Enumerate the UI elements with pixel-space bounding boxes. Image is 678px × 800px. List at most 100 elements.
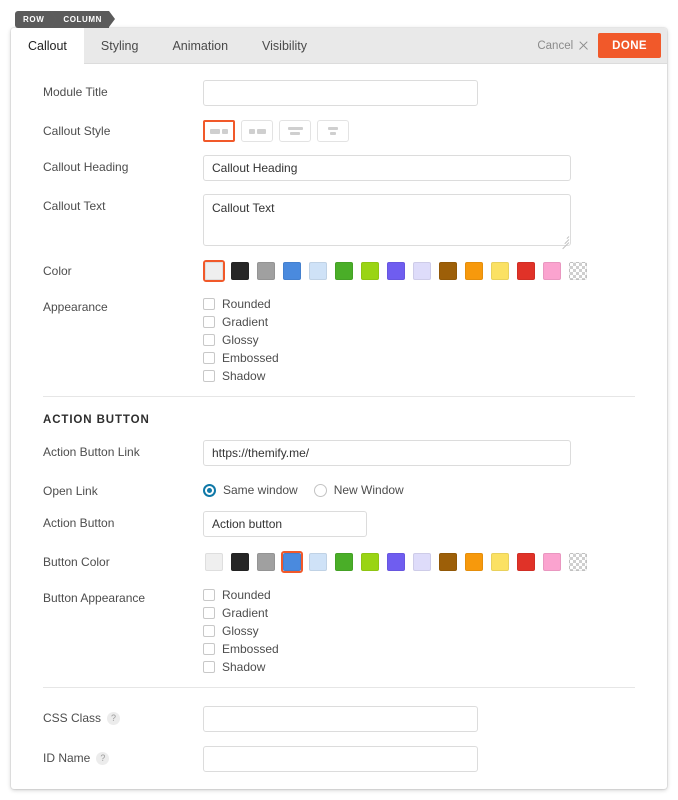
radio-same-window[interactable]: Same window <box>203 483 298 497</box>
done-button[interactable]: DONE <box>598 33 661 58</box>
field-color <box>203 259 635 282</box>
color-swatch-brown[interactable] <box>437 260 459 282</box>
field-module-title <box>203 80 635 106</box>
appearance-checkbox-shadow[interactable]: Shadow <box>203 369 635 383</box>
button-color-swatch-gray[interactable] <box>255 551 277 573</box>
swatch-color-lime <box>361 553 379 571</box>
tab-animation[interactable]: Animation <box>155 28 245 64</box>
button-color-swatch-green[interactable] <box>333 551 355 573</box>
field-row-button-color: Button Color <box>11 550 667 573</box>
field-row-module-title: Module Title <box>11 80 667 106</box>
button-color-swatch-red[interactable] <box>515 551 537 573</box>
css-class-label-text: CSS Class <box>43 711 102 725</box>
color-swatch-orange[interactable] <box>463 260 485 282</box>
label-callout-style: Callout Style <box>43 124 111 138</box>
button-color-swatch-list <box>203 550 635 573</box>
button-appearance-checkbox-shadow[interactable]: Shadow <box>203 660 635 674</box>
checkbox-label: Embossed <box>222 642 279 656</box>
label-button-appearance: Button Appearance <box>43 591 146 605</box>
field-row-button-appearance: Button Appearance Rounded Gradient Glossy E… <box>11 586 667 674</box>
label-appearance: Appearance <box>43 300 108 314</box>
label-action-button-link: Action Button Link <box>43 445 140 459</box>
tab-styling[interactable]: Styling <box>84 28 156 64</box>
color-swatch-lavender[interactable] <box>411 260 433 282</box>
button-color-swatch-light-blue[interactable] <box>307 551 329 573</box>
swatch-color-brown <box>439 553 457 571</box>
color-swatch-white[interactable] <box>203 260 225 282</box>
appearance-checkbox-glossy[interactable]: Glossy <box>203 333 635 347</box>
swatch-color-yellow <box>491 262 509 280</box>
css-class-input[interactable] <box>203 706 478 732</box>
color-swatch-gray[interactable] <box>255 260 277 282</box>
panel-body: Module Title Callout Style Callout Headi… <box>11 64 667 788</box>
color-swatch-green[interactable] <box>333 260 355 282</box>
color-swatch-lime[interactable] <box>359 260 381 282</box>
appearance-checkbox-embossed[interactable]: Embossed <box>203 351 635 365</box>
button-appearance-checkbox-embossed[interactable]: Embossed <box>203 642 635 656</box>
action-button-link-input[interactable] <box>203 440 571 466</box>
color-swatch-transparent[interactable] <box>567 260 589 282</box>
appearance-checkbox-rounded[interactable]: Rounded <box>203 297 635 311</box>
checkbox-label: Embossed <box>222 351 279 365</box>
breadcrumb-item-column[interactable]: COLUMN <box>51 11 110 28</box>
field-row-callout-heading: Callout Heading <box>11 155 667 181</box>
callout-style-option-2[interactable] <box>241 120 273 142</box>
callout-text-textarea[interactable]: Callout Text <box>203 194 571 246</box>
help-icon[interactable]: ? <box>107 711 121 725</box>
color-swatch-red[interactable] <box>515 260 537 282</box>
callout-style-option-4[interactable] <box>317 120 349 142</box>
label-callout-text: Callout Text <box>43 199 106 213</box>
button-appearance-checkbox-gradient[interactable]: Gradient <box>203 606 635 620</box>
color-swatch-pink[interactable] <box>541 260 563 282</box>
callout-style-options <box>203 119 635 142</box>
tab-callout[interactable]: Callout <box>11 28 84 64</box>
color-swatch-light-blue[interactable] <box>307 260 329 282</box>
module-title-input[interactable] <box>203 80 478 106</box>
checkbox-label: Shadow <box>222 369 266 383</box>
swatch-color-black <box>231 553 249 571</box>
color-swatch-blue[interactable] <box>281 260 303 282</box>
button-color-swatch-yellow[interactable] <box>489 551 511 573</box>
color-swatch-purple[interactable] <box>385 260 407 282</box>
tab-visibility[interactable]: Visibility <box>245 28 324 64</box>
button-color-swatch-black[interactable] <box>229 551 251 573</box>
checkbox-icon <box>203 607 215 619</box>
button-color-swatch-lime[interactable] <box>359 551 381 573</box>
button-color-swatch-pink[interactable] <box>541 551 563 573</box>
action-button-input[interactable] <box>203 511 367 537</box>
breadcrumb-item-row[interactable]: ROW <box>15 11 57 28</box>
checkbox-icon <box>203 661 215 673</box>
color-swatch-black[interactable] <box>229 260 251 282</box>
swatch-color-brown <box>439 262 457 280</box>
id-name-input[interactable] <box>203 746 478 772</box>
style-preview-icon <box>287 127 303 135</box>
button-appearance-checkbox-rounded[interactable]: Rounded <box>203 588 635 602</box>
callout-style-option-3[interactable] <box>279 120 311 142</box>
checkbox-icon <box>203 370 215 382</box>
color-swatch-yellow[interactable] <box>489 260 511 282</box>
cancel-button[interactable]: Cancel <box>528 40 598 52</box>
field-row-open-link: Open Link Same window New Window <box>11 479 667 498</box>
swatch-color-purple <box>387 553 405 571</box>
appearance-checkbox-gradient[interactable]: Gradient <box>203 315 635 329</box>
radio-new-window[interactable]: New Window <box>313 483 404 497</box>
field-row-color: Color <box>11 259 667 282</box>
label-id-name: ID Name ? <box>43 746 203 765</box>
button-color-swatch-brown[interactable] <box>437 551 459 573</box>
help-icon[interactable]: ? <box>96 751 110 765</box>
button-color-swatch-lavender[interactable] <box>411 551 433 573</box>
button-color-swatch-purple[interactable] <box>385 551 407 573</box>
callout-style-option-1[interactable] <box>203 120 235 142</box>
checkbox-label: Gradient <box>222 606 269 620</box>
breadcrumb-tail-icon <box>109 11 116 27</box>
swatch-color-light-blue <box>309 262 327 280</box>
button-color-swatch-orange[interactable] <box>463 551 485 573</box>
button-color-swatch-blue[interactable] <box>281 551 303 573</box>
swatch-color-blue <box>283 262 301 280</box>
button-color-swatch-transparent[interactable] <box>567 551 589 573</box>
checkbox-icon <box>203 589 215 601</box>
callout-heading-input[interactable] <box>203 155 571 181</box>
button-appearance-checkbox-glossy[interactable]: Glossy <box>203 624 635 638</box>
swatch-color-orange <box>465 553 483 571</box>
button-color-swatch-white[interactable] <box>203 551 225 573</box>
